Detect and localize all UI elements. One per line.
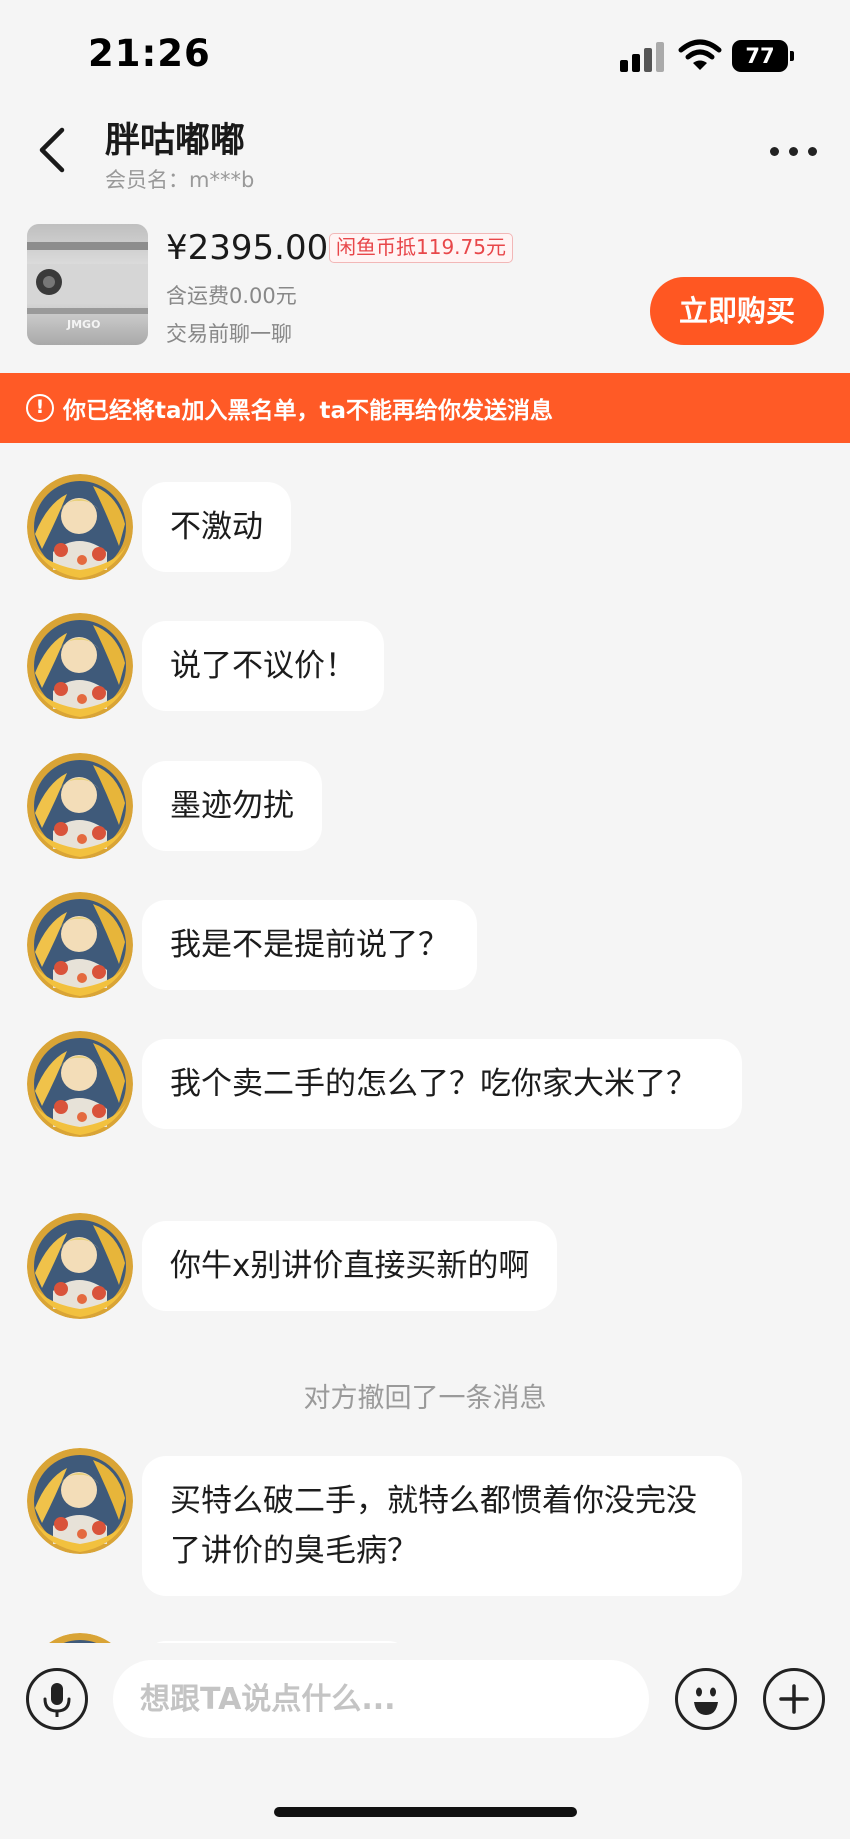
avatar[interactable]	[27, 1213, 133, 1319]
avatar-image	[49, 1633, 111, 1643]
input-bar	[0, 1643, 850, 1753]
buy-now-button[interactable]: 立即购买	[650, 277, 824, 345]
message-bubble[interactable]: 我个卖二手的怎么了？吃你家大米了？	[142, 1039, 742, 1129]
avatar[interactable]	[27, 1031, 133, 1137]
message-bubble[interactable]: 墨迹勿扰	[142, 761, 322, 851]
avatar-image	[27, 1213, 133, 1319]
home-indicator	[274, 1807, 577, 1817]
battery-level: 77	[732, 40, 788, 72]
chat-header: 胖咕嘟嘟 会员名：m***b	[0, 100, 850, 200]
recall-notice: 对方撤回了一条消息	[303, 1383, 547, 1414]
message-list[interactable]: 不激动 说了不议价！ 墨迹勿扰 我是不是提前说了？ 我个卖二手的怎么了？吃你家大…	[0, 443, 850, 1643]
more-dots-icon[interactable]	[764, 130, 824, 170]
avatar[interactable]	[27, 474, 133, 580]
avatar[interactable]	[27, 753, 133, 859]
status-bar: 21:26 77	[0, 0, 850, 100]
avatar-image	[27, 753, 133, 859]
message-bubble[interactable]: 说了不议价！	[142, 621, 384, 711]
chat-hint: 交易前聊一聊	[166, 322, 292, 346]
avatar[interactable]	[27, 613, 133, 719]
message-bubble[interactable]: 你牛x别讲价直接买新的啊	[142, 1221, 558, 1311]
avatar[interactable]	[27, 1633, 133, 1643]
chevron-left-icon[interactable]	[30, 124, 80, 176]
status-time: 21:26	[88, 32, 211, 75]
avatar-image	[27, 892, 133, 998]
member-name: 会员名：m***b	[105, 168, 255, 192]
avatar[interactable]	[27, 892, 133, 998]
coin-deduct-badge: 闲鱼币抵119.75元	[329, 233, 513, 263]
avatar-image	[27, 1031, 133, 1137]
shipping-fee: 含运费0.00元	[166, 284, 297, 308]
chat-screen: 21:26 77 胖咕嘟嘟 会员名：m***b JMGO ¥2395.00 闲鱼…	[0, 0, 850, 1839]
cellular-signal-icon	[620, 42, 664, 72]
avatar-image	[27, 1448, 133, 1554]
avatar[interactable]	[27, 1448, 133, 1554]
projector-image: JMGO	[27, 224, 148, 345]
plus-icon[interactable]	[763, 1668, 825, 1730]
message-bubble[interactable]: 买特么破二手，就特么都惯着你没完没了讲价的臭毛病？	[142, 1456, 742, 1596]
message-input[interactable]	[113, 1660, 649, 1738]
message-bubble[interactable]: 不激动	[142, 482, 291, 572]
blacklist-banner: ! 你已经将ta加入黑名单，ta不能再给你发送消息	[0, 373, 850, 443]
banner-text: 你已经将ta加入黑名单，ta不能再给你发送消息	[63, 398, 554, 424]
product-thumbnail[interactable]: JMGO	[27, 224, 148, 345]
message-bubble[interactable]: 我是不是提前说了？	[142, 900, 477, 990]
microphone-icon[interactable]	[26, 1668, 88, 1730]
thumb-brand-text: JMGO	[66, 318, 100, 331]
wifi-icon	[678, 39, 722, 70]
contact-name: 胖咕嘟嘟	[105, 121, 246, 161]
battery-icon: 77	[732, 40, 794, 72]
emoji-icon[interactable]	[675, 1668, 737, 1730]
product-card[interactable]: JMGO ¥2395.00 闲鱼币抵119.75元 含运费0.00元 交易前聊一…	[0, 210, 850, 358]
alert-circle-icon: !	[26, 394, 54, 422]
product-price: ¥2395.00	[166, 228, 329, 268]
avatar-image	[27, 613, 133, 719]
avatar-image	[27, 474, 133, 580]
